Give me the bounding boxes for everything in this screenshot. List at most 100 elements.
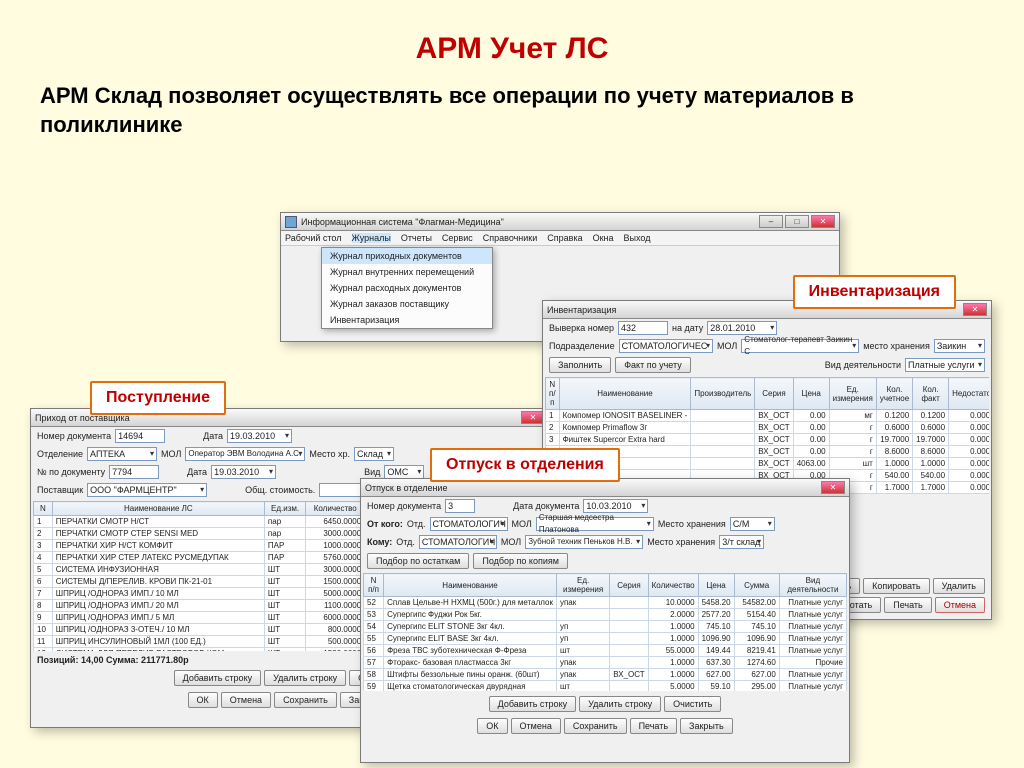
cancel-button[interactable]: Отмена [511,718,561,734]
col-header[interactable]: N [34,502,53,516]
table-row[interactable]: 1Компомер IONOSIT BASELINER -ВХ_ОСТ0.00м… [546,410,990,422]
col-header[interactable]: Серия [755,378,793,410]
col-header[interactable]: Ед. измерения [829,378,876,410]
btn[interactable]: Удалить [933,578,985,594]
col-header[interactable]: Ед.изм. [264,502,305,516]
to-mol-dropdown[interactable]: Зубной техник Пеньков Н.В. [525,535,643,549]
menu-item[interactable]: Выход [624,233,651,243]
vid-dropdown[interactable]: ОМС [384,465,424,479]
dispense-window[interactable]: Отпуск в отделение ✕ Номер документа 3 Д… [360,478,850,763]
date-field[interactable]: 28.01.2010 [707,321,777,335]
dropdown-item[interactable]: Журнал расходных документов [322,280,492,296]
fill-button[interactable]: Заполнить [549,357,611,373]
table-row[interactable]: 55Супергипс ELIT BASE 3кг 4кл.уп1.000010… [364,633,847,645]
menubar[interactable]: Рабочий стол Журналы Отчеты Сервис Справ… [281,231,839,246]
to-place-dropdown[interactable]: 3/т склад [719,535,764,549]
journals-dropdown[interactable]: Журнал приходных документов Журнал внутр… [321,247,493,329]
ok-button[interactable]: ОК [188,692,218,708]
table-row[interactable]: 57Фторакс- базовая пластмасса 3кгупак1.0… [364,657,847,669]
date-field[interactable]: 10.03.2010 [583,499,648,513]
num-field[interactable]: 432 [618,321,668,335]
col-header[interactable]: Серия [610,574,648,597]
maximize-button[interactable]: □ [785,215,809,228]
activity-dropdown[interactable]: Платные услуги [905,358,985,372]
col-header[interactable]: Наименование ЛС [52,502,264,516]
add-row-button[interactable]: Добавить строку [489,696,576,712]
dropdown-item[interactable]: Инвентаризация [322,312,492,328]
menu-item[interactable]: Окна [593,233,614,243]
table-row[interactable]: 3Фиштек Supercor Extra hardВХ_ОСТ0.00г19… [546,434,990,446]
col-header[interactable]: Вид деятельности [779,574,846,597]
col-header[interactable]: Наименование [384,574,557,597]
dept-dropdown[interactable]: СТОМАТОЛОГИЧЕС [619,339,713,353]
close-button[interactable]: ✕ [821,481,845,494]
from-mol-dropdown[interactable]: Старшая медсестра Платонова [536,517,654,531]
col-header[interactable]: N п/п [546,378,560,410]
table-row[interactable]: 54Супергипс ELIT STONE 3кг 4кл.уп1.00007… [364,621,847,633]
table-row[interactable]: 56Фреза ТВС зуботехническая Ф-Фрезашт55.… [364,645,847,657]
table-row[interactable]: 53Супергипс Фуджи Рок 5кг.2.00002577.205… [364,609,847,621]
add-row-button[interactable]: Добавить строку [174,670,261,686]
col-header[interactable]: N п/п [364,574,384,597]
supplier-dropdown[interactable]: ООО "ФАРМЦЕНТР" [87,483,207,497]
col-header[interactable]: Сумма [734,574,779,597]
col-header[interactable]: Кол. учетное [876,378,912,410]
menu-item[interactable]: Справка [547,233,582,243]
print-button[interactable]: Печать [630,718,677,734]
ok-button[interactable]: ОК [477,718,507,734]
docnum-field[interactable]: 3 [445,499,475,513]
mol-dropdown[interactable]: Оператор ЭВМ Володина А.С. [185,447,305,461]
dropdown-item[interactable]: Журнал заказов поставщику [322,296,492,312]
menu-item[interactable]: Журналы [352,233,391,243]
minimize-button[interactable]: – [759,215,783,228]
mol-dropdown[interactable]: Стоматолог-терапевт Заикин С [741,339,859,353]
col-header[interactable]: Цена [793,378,829,410]
save-button[interactable]: Сохранить [564,718,627,734]
clear-button[interactable]: Очистить [664,696,721,712]
from-place-dropdown[interactable]: С/М [730,517,775,531]
table-row[interactable]: 52Сплав Цельве-Н НХМЦ (500г.) для металл… [364,597,847,609]
date-field[interactable]: 19.03.2010 [227,429,292,443]
col-header[interactable]: Ед. измерения [556,574,609,597]
btn[interactable]: Печать [884,597,931,613]
to-dept-dropdown[interactable]: СТОМАТОЛОГИЧ [419,535,497,549]
dropdown-item[interactable]: Журнал приходных документов [322,248,492,264]
cancel-button[interactable]: Отмена [935,597,985,613]
close-button[interactable]: ✕ [963,303,987,316]
menu-item[interactable]: Рабочий стол [285,233,342,243]
num2-field[interactable]: 7794 [109,465,159,479]
close-win-button[interactable]: Закрыть [680,718,733,734]
dropdown-item[interactable]: Журнал внутренних перемещений [322,264,492,280]
save-button[interactable]: Сохранить [274,692,337,708]
table-row[interactable]: 59Щетка стоматологическая двуряднаяшт5.0… [364,681,847,692]
dept-dropdown[interactable]: АПТЕКА [87,447,157,461]
col-header[interactable]: Количество [306,502,365,516]
close-button[interactable]: ✕ [811,215,835,228]
place-dropdown[interactable]: Склад [354,447,394,461]
pick-copies-button[interactable]: Подбор по копиям [473,553,568,569]
fact-button[interactable]: Факт по учету [615,357,691,373]
col-header[interactable]: Количество [648,574,698,597]
place-dropdown[interactable]: Заикин [934,339,985,353]
from-dept-dropdown[interactable]: СТОМАТОЛОГИЧ [430,517,508,531]
docnum-field[interactable]: 14694 [115,429,165,443]
col-header[interactable]: Цена [698,574,734,597]
menu-item[interactable]: Сервис [442,233,473,243]
del-row-button[interactable]: Удалить строку [264,670,346,686]
col-header[interactable]: Производитель [691,378,755,410]
pick-remains-button[interactable]: Подбор по остаткам [367,553,469,569]
col-header[interactable]: Кол. факт [913,378,949,410]
col-header[interactable]: Наименование [559,378,691,410]
label: Выверка номер [549,323,614,333]
table-row[interactable]: 58Штифты беззольные пины оранж. (60шт)уп… [364,669,847,681]
cancel-button[interactable]: Отмена [221,692,271,708]
menu-item[interactable]: Справочники [483,233,538,243]
btn[interactable]: Копировать [863,578,929,594]
dispense-grid[interactable]: N п/пНаименованиеЕд. измеренияСерияКолич… [363,573,847,691]
menu-item[interactable]: Отчеты [401,233,432,243]
del-row-button[interactable]: Удалить строку [579,696,661,712]
date2-field[interactable]: 19.03.2010 [211,465,276,479]
col-header[interactable]: Недостаток [949,378,989,410]
label: МОЛ [717,341,737,351]
table-row[interactable]: 2Компомер Primaflow 3гВХ_ОСТ0.00г0.60000… [546,422,990,434]
